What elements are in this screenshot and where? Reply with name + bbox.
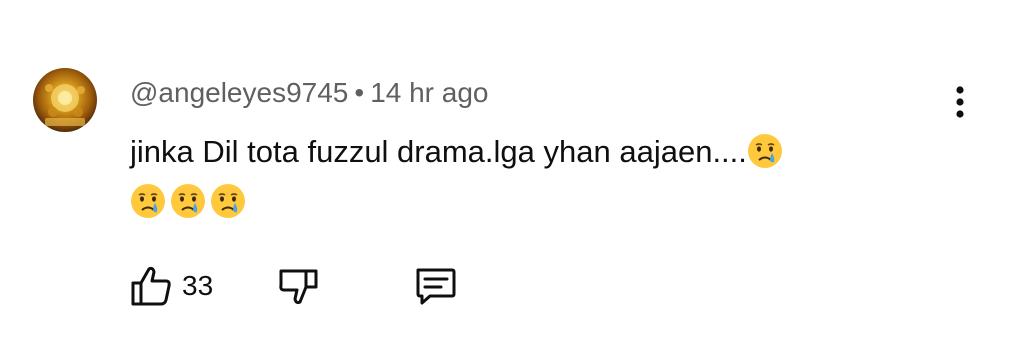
like-count: 33 — [182, 270, 214, 301]
avatar[interactable] — [33, 68, 97, 132]
crying-face-emoji-icon — [130, 183, 166, 219]
like-button[interactable]: 33 — [128, 262, 213, 310]
crying-face-emoji-icon — [747, 133, 783, 169]
comment-body: jinka Dil tota fuzzul drama.lga yhan aaj… — [130, 127, 910, 227]
thumbs-down-icon — [279, 269, 318, 305]
crying-face-emoji-icon — [170, 183, 206, 219]
meta-separator: • — [354, 77, 365, 108]
reply-button[interactable] — [412, 262, 458, 310]
vertical-ellipsis-icon — [956, 86, 964, 118]
comment-text: jinka Dil tota fuzzul drama.lga yhan aaj… — [130, 134, 747, 169]
comment-reply-icon — [416, 268, 456, 305]
more-options-button[interactable] — [948, 82, 972, 122]
crying-face-emoji-icon — [210, 183, 246, 219]
author-handle[interactable]: @angeleyes9745 — [130, 77, 348, 108]
comment-timestamp[interactable]: 14 hr ago — [370, 77, 488, 108]
golden-ornament-avatar-icon — [45, 84, 85, 126]
thumbs-up-icon — [131, 266, 171, 306]
comment-meta: @angeleyes9745 • 14 hr ago — [130, 76, 489, 110]
dislike-button[interactable] — [276, 262, 322, 310]
